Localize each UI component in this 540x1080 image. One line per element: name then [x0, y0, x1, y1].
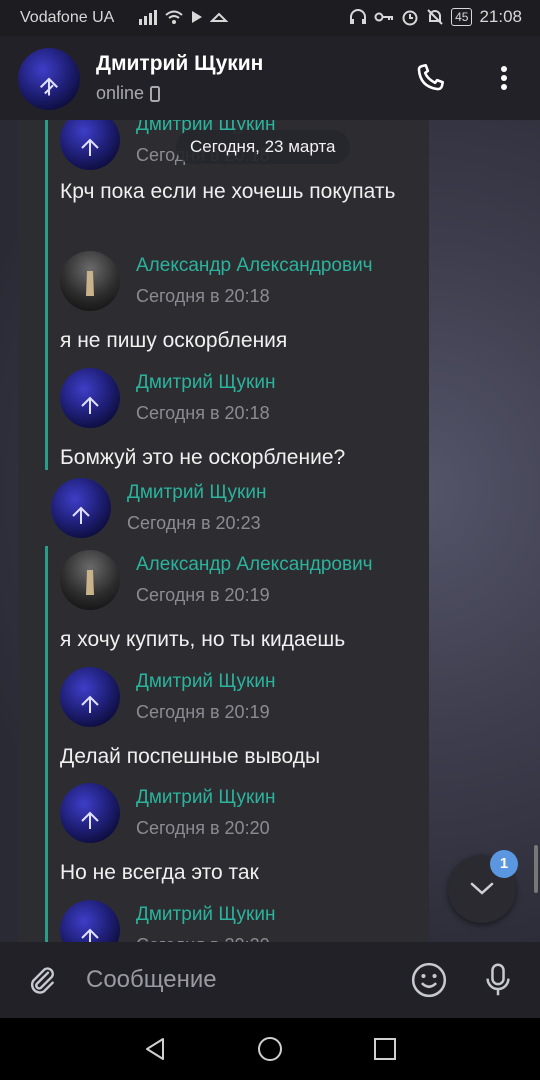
message-text: Но не всегда это так	[60, 861, 259, 884]
sender-time: Сегодня в 20:19	[136, 585, 270, 605]
message-text: Бомжуй это не оскорбление?	[60, 446, 346, 469]
nested-quote-line	[45, 546, 48, 942]
alarm-icon	[402, 10, 418, 26]
emoji-icon	[411, 962, 447, 998]
sender-time: Сегодня в 20:19	[136, 702, 270, 722]
forward-header: Дмитрий Щукин Сегодня в 20:20	[60, 783, 275, 843]
sender-name: Дмитрий Щукин	[136, 372, 276, 393]
emoji-button[interactable]	[409, 960, 449, 1000]
message-text: Крч пока если не хочешь покупать	[60, 180, 396, 203]
sender-name: Дмитрий Щукин	[136, 671, 276, 692]
forward-header: Дмитрий Щукин Сегодня в 20:23	[51, 478, 266, 538]
mute-icon	[427, 9, 443, 25]
sender-name: Дмитрий Щукин	[127, 482, 267, 503]
presence-status: online	[96, 83, 161, 104]
status-time: 21:08	[479, 7, 522, 26]
message-composer: Сообщение	[0, 942, 540, 1018]
signal-icon	[139, 10, 157, 25]
voice-message-button[interactable]	[478, 960, 518, 1000]
sender-avatar	[60, 120, 120, 170]
battery-indicator: 45	[451, 8, 473, 26]
forward-header: Александр Александрович Сегодня в 20:19	[60, 550, 373, 610]
scrollbar[interactable]	[534, 845, 538, 893]
forward-header: Дмитрий Щукин Сегодня в 20:20	[60, 900, 275, 942]
sender-avatar	[60, 900, 120, 942]
contact-name[interactable]: Дмитрий Щукин	[96, 52, 263, 76]
date-divider: Сегодня, 23 марта	[176, 130, 350, 164]
chevron-down-icon	[470, 882, 494, 895]
attach-button[interactable]	[22, 960, 62, 1000]
headphones-icon	[350, 9, 367, 24]
sender-name: Александр Александрович	[136, 255, 373, 276]
presence-label: online	[96, 83, 145, 103]
sender-avatar	[60, 251, 120, 311]
key-icon	[374, 12, 394, 22]
sender-name: Дмитрий Щукин	[136, 904, 276, 925]
unread-badge: 1	[490, 850, 518, 878]
recents-button[interactable]	[370, 1034, 400, 1064]
message-input[interactable]: Сообщение	[86, 966, 217, 994]
forward-header: Александр Александрович Сегодня в 20:18	[60, 251, 373, 311]
contact-avatar[interactable]	[18, 48, 80, 110]
play-icon	[192, 11, 202, 23]
status-bar: Vodafone UA 45 21:08	[0, 0, 540, 36]
sender-time: Сегодня в 20:20	[136, 934, 275, 942]
phone-icon	[417, 63, 445, 91]
back-icon	[146, 1038, 164, 1060]
sender-time: Сегодня в 20:18	[136, 286, 270, 306]
sender-avatar	[60, 368, 120, 428]
message-text: я не пишу оскорбления	[60, 329, 288, 352]
chat-header: Дмитрий Щукин online	[0, 36, 540, 120]
forwarded-message-bubble[interactable]: Дмитрий Щукин Сегодня в 20:18 Крч пока е…	[18, 120, 429, 942]
app-icon	[210, 12, 228, 22]
more-options-button[interactable]	[484, 58, 524, 98]
carrier-label: Vodafone UA	[20, 9, 115, 26]
mobile-device-icon	[150, 85, 161, 102]
chat-area[interactable]: Дмитрий Щукин Сегодня в 20:18 Крч пока е…	[0, 120, 540, 942]
mic-icon	[486, 963, 510, 996]
sender-name: Александр Александрович	[136, 554, 373, 575]
call-button[interactable]	[410, 58, 450, 98]
sender-avatar	[60, 550, 120, 610]
message-text: я хочу купить, но ты кидаешь	[60, 628, 346, 651]
sender-time: Сегодня в 20:18	[136, 403, 270, 423]
sender-avatar	[51, 478, 111, 538]
sender-name: Дмитрий Щукин	[136, 787, 276, 808]
sender-time: Сегодня в 20:20	[136, 818, 270, 838]
message-text: Делай поспешные выводы	[60, 745, 321, 768]
more-icon	[501, 66, 507, 90]
system-nav-bar	[0, 1018, 540, 1080]
wifi-icon	[165, 10, 183, 24]
home-button[interactable]	[255, 1034, 285, 1064]
home-icon	[258, 1037, 282, 1061]
back-button[interactable]	[140, 1034, 170, 1064]
sender-avatar	[60, 667, 120, 727]
forward-header: Дмитрий Щукин Сегодня в 20:18	[60, 368, 275, 428]
attach-icon	[30, 967, 54, 994]
sender-time: Сегодня в 20:23	[127, 513, 261, 533]
sender-avatar	[60, 783, 120, 843]
quote-line	[45, 120, 48, 470]
forward-header: Дмитрий Щукин Сегодня в 20:19	[60, 667, 275, 727]
recents-icon	[374, 1038, 396, 1060]
